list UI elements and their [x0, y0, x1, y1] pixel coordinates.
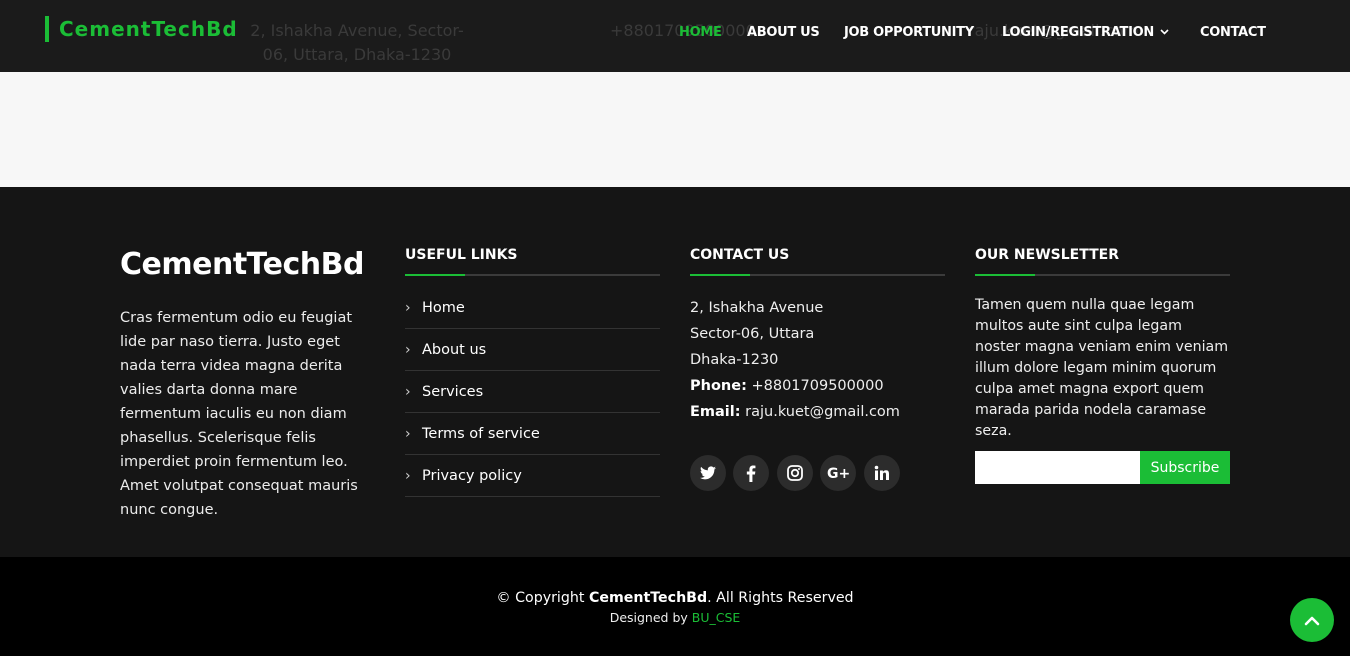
site-logo[interactable]: CementTechBd — [45, 16, 238, 42]
copyright-text: © Copyright CementTechBd. All Rights Res… — [0, 588, 1350, 608]
phone-label: Phone: — [690, 378, 747, 394]
subscribe-button[interactable]: Subscribe — [1140, 451, 1230, 484]
footer-link-label: Services — [422, 383, 484, 400]
contact-address-line2: Sector-06, Uttara — [690, 326, 815, 342]
linkedin-icon[interactable] — [864, 455, 900, 491]
footer-top: CementTechBd Cras fermentum odio eu feug… — [0, 187, 1350, 557]
email-label: Email: — [690, 404, 741, 420]
newsletter-title: OUR NEWSLETTER — [975, 246, 1230, 276]
twitter-icon[interactable] — [690, 455, 726, 491]
useful-links-title: USEFUL LINKS — [405, 246, 660, 276]
nav-home[interactable]: HOME — [679, 24, 722, 42]
footer-link-label: Privacy policy — [422, 467, 522, 484]
instagram-icon[interactable] — [777, 455, 813, 491]
nav-about-us[interactable]: ABOUT US — [747, 24, 820, 42]
footer-link-label: Home — [422, 299, 465, 316]
copyright-prefix: © Copyright — [496, 590, 589, 606]
svg-text:G+: G+ — [827, 466, 849, 480]
chevron-right-icon: › — [405, 383, 411, 400]
chevron-right-icon: › — [405, 341, 411, 358]
contact-phone: Phone: +8801709500000 — [690, 373, 945, 399]
useful-links-list: › Home › About us › Services › Terms of serv… — [405, 287, 660, 497]
contact-address-line1: 2, Ishakha Avenue — [690, 300, 824, 316]
chevron-right-icon: › — [405, 467, 411, 484]
phone-value: +8801709500000 — [751, 378, 884, 394]
back-to-top-button[interactable] — [1290, 598, 1334, 642]
content-area — [0, 72, 1350, 187]
footer-brand-description: Cras fermentum odio eu feugiat lide par … — [120, 310, 358, 518]
chevron-right-icon: › — [405, 299, 411, 316]
footer-link-privacy[interactable]: › Privacy policy — [405, 455, 660, 497]
copyright-brand: CementTechBd — [588, 590, 708, 606]
contact-info: 2, Ishakha Avenue Sector-06, Uttara Dhak… — [690, 295, 945, 425]
nav-login-registration[interactable]: LOGIN/REGISTRATION — [1002, 24, 1169, 42]
footer-brand: CementTechBd — [120, 247, 364, 282]
background-address-text: 2, Ishakha Avenue, Sector-06, Uttara, Dh… — [250, 21, 464, 64]
footer-link-services[interactable]: › Services — [405, 371, 660, 413]
top-header: 2, Ishakha Avenue, Sector-06, Uttara, Dh… — [0, 0, 1350, 72]
copyright-suffix: . All Rights Reserved — [707, 590, 854, 606]
footer-link-label: About us — [422, 341, 487, 358]
contact-email: Email: raju.kuet@gmail.com — [690, 399, 945, 425]
credits-text: Designed by BU_CSE — [0, 609, 1350, 627]
footer-link-label: Terms of service — [422, 425, 540, 442]
footer-link-about-us[interactable]: › About us — [405, 329, 660, 371]
footer-bottom: © Copyright CementTechBd. All Rights Res… — [0, 557, 1350, 656]
footer-link-terms[interactable]: › Terms of service — [405, 413, 660, 455]
nav-contact[interactable]: CONTACT — [1200, 24, 1266, 42]
newsletter-text: Tamen quem nulla quae legam multos aute … — [975, 297, 1229, 439]
chevron-up-icon — [1304, 611, 1320, 630]
newsletter-form: Subscribe — [975, 451, 1230, 484]
chevron-down-icon — [1160, 24, 1169, 42]
footer-link-home[interactable]: › Home — [405, 287, 660, 329]
newsletter-email-input[interactable] — [975, 451, 1140, 484]
designer-link[interactable]: BU_CSE — [692, 610, 741, 625]
facebook-icon[interactable] — [733, 455, 769, 491]
email-value: raju.kuet@gmail.com — [745, 404, 900, 420]
nav-job-opportunity[interactable]: JOB OPPORTUNITY — [844, 24, 974, 42]
chevron-right-icon: › — [405, 425, 411, 442]
google-plus-icon[interactable]: G+ — [820, 455, 856, 491]
designed-by-prefix: Designed by — [609, 610, 692, 625]
contact-address-line3: Dhaka-1230 — [690, 352, 779, 368]
contact-us-title: CONTACT US — [690, 246, 945, 276]
nav-login-registration-label: LOGIN/REGISTRATION — [1002, 25, 1154, 40]
